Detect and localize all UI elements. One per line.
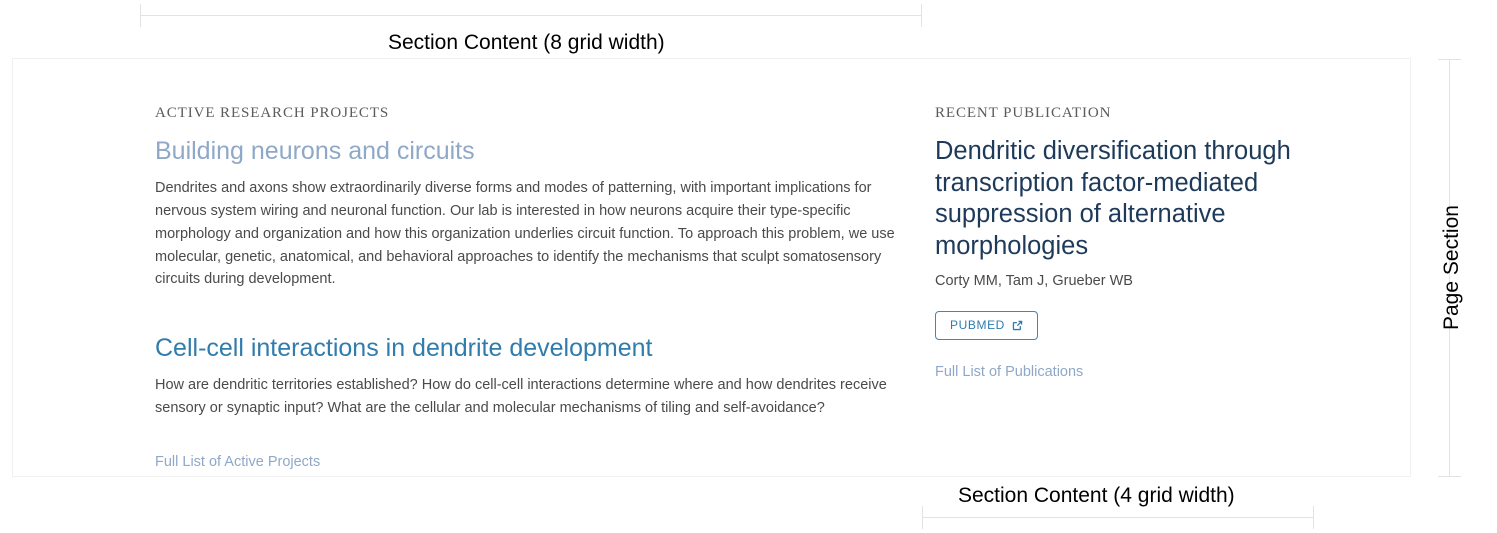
active-research-projects-eyebrow: ACTIVE RESEARCH PROJECTS bbox=[155, 105, 390, 121]
link-spacer bbox=[155, 420, 923, 453]
external-link-icon bbox=[1011, 319, 1024, 332]
project-body-cell-cell-interactions: How are dendritic territories establishe… bbox=[155, 377, 887, 416]
full-list-publications-link[interactable]: Full List of Publications bbox=[935, 364, 1083, 380]
full-list-active-projects-link[interactable]: Full List of Active Projects bbox=[155, 454, 320, 470]
project-spacer bbox=[155, 291, 923, 333]
publication-authors: Corty MM, Tam J, Grueber WB bbox=[935, 273, 1133, 290]
pubmed-button-label: PUBMED bbox=[950, 318, 1005, 333]
project-title-cell-cell-interactions[interactable]: Cell-cell interactions in dendrite devel… bbox=[155, 333, 923, 364]
page-section-panel: ACTIVE RESEARCH PROJECTS Building neuron… bbox=[12, 58, 1411, 477]
section-content-8-grid: ACTIVE RESEARCH PROJECTS Building neuron… bbox=[155, 104, 923, 471]
grid-width-8-bracket bbox=[140, 4, 922, 27]
project-title-building-neurons[interactable]: Building neurons and circuits bbox=[155, 136, 923, 167]
project-body-building-neurons: Dendrites and axons show extraordinarily… bbox=[155, 180, 895, 288]
page-section-label: Page Section bbox=[1440, 205, 1463, 330]
publication-links-spacer bbox=[935, 340, 1335, 363]
pubmed-button[interactable]: PUBMED bbox=[935, 310, 1038, 340]
grid-width-8-label: Section Content (8 grid width) bbox=[388, 31, 665, 54]
publication-title: Dendritic diversification through transc… bbox=[935, 137, 1291, 260]
grid-width-4-bracket bbox=[922, 506, 1314, 529]
section-content-4-grid: RECENT PUBLICATION Dendritic diversifica… bbox=[935, 104, 1335, 381]
recent-publication-eyebrow: RECENT PUBLICATION bbox=[935, 105, 1112, 121]
grid-width-4-label: Section Content (4 grid width) bbox=[958, 484, 1235, 507]
